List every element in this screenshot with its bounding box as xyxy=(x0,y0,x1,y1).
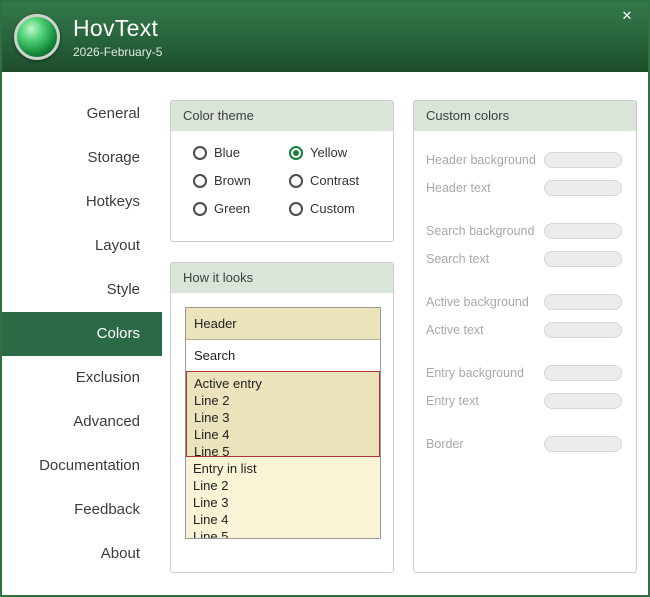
color-theme-group: Color theme Blue Yellow Brown xyxy=(170,100,394,242)
preview-line: Active entry xyxy=(194,375,372,392)
preview-entry-in-list: Entry in list Line 2 Line 3 Line 4 Line … xyxy=(186,457,380,539)
radio-label: Custom xyxy=(310,201,355,216)
preview-header-row: Header xyxy=(186,308,380,340)
close-icon[interactable]: ✕ xyxy=(618,7,636,25)
swatch-entry-text[interactable] xyxy=(544,393,622,409)
custom-color-label: Search background xyxy=(426,224,534,238)
radio-option-brown[interactable]: Brown xyxy=(193,173,289,188)
sidebar-item-advanced[interactable]: Advanced xyxy=(2,400,162,444)
window-body: General Storage Hotkeys Layout Style Col… xyxy=(2,72,648,595)
swatch-header-text[interactable] xyxy=(544,180,622,196)
swatch-active-background[interactable] xyxy=(544,294,622,310)
radio-option-green[interactable]: Green xyxy=(193,201,289,216)
preview-line: Line 2 xyxy=(193,477,373,494)
custom-color-label: Active background xyxy=(426,295,529,309)
custom-color-row: Border xyxy=(426,435,622,452)
theme-preview: Header Search Active entry Line 2 Line 3… xyxy=(185,307,381,539)
sidebar: General Storage Hotkeys Layout Style Col… xyxy=(2,72,162,595)
custom-color-row: Active background xyxy=(426,293,622,310)
custom-color-label: Entry text xyxy=(426,394,479,408)
app-logo-icon xyxy=(14,14,60,60)
app-title: HovText xyxy=(73,15,162,42)
radio-icon xyxy=(193,174,207,188)
swatch-active-text[interactable] xyxy=(544,322,622,338)
content-area: Color theme Blue Yellow Brown xyxy=(162,72,648,595)
swatch-search-text[interactable] xyxy=(544,251,622,267)
custom-color-row: Search text xyxy=(426,250,622,267)
custom-colors-title: Custom colors xyxy=(414,101,636,131)
custom-color-label: Header text xyxy=(426,181,491,195)
sidebar-item-layout[interactable]: Layout xyxy=(2,224,162,268)
sidebar-item-feedback[interactable]: Feedback xyxy=(2,488,162,532)
custom-color-label: Border xyxy=(426,437,464,451)
app-window: HovText 2026-February-5 ✕ General Storag… xyxy=(0,0,650,597)
custom-colors-rows: Header background Header text Search bac… xyxy=(414,131,636,452)
titlebar: HovText 2026-February-5 ✕ xyxy=(2,2,648,72)
swatch-entry-background[interactable] xyxy=(544,365,622,381)
radio-selected-icon xyxy=(289,146,303,160)
radio-label: Brown xyxy=(214,173,251,188)
radio-option-yellow[interactable]: Yellow xyxy=(289,145,393,160)
sidebar-item-documentation[interactable]: Documentation xyxy=(2,444,162,488)
custom-color-row: Search background xyxy=(426,222,622,239)
swatch-header-background[interactable] xyxy=(544,152,622,168)
preview-line: Line 3 xyxy=(194,409,372,426)
radio-option-custom[interactable]: Custom xyxy=(289,201,393,216)
custom-color-label: Header background xyxy=(426,153,536,167)
custom-color-row: Header text xyxy=(426,179,622,196)
preview-active-entry: Active entry Line 2 Line 3 Line 4 Line 5 xyxy=(186,371,380,457)
radio-option-contrast[interactable]: Contrast xyxy=(289,173,393,188)
radio-label: Green xyxy=(214,201,250,216)
preview-line: Entry in list xyxy=(193,460,373,477)
sidebar-item-colors[interactable]: Colors xyxy=(2,312,162,356)
radio-icon xyxy=(193,146,207,160)
app-version-date: 2026-February-5 xyxy=(73,45,162,59)
custom-color-label: Search text xyxy=(426,252,489,266)
custom-color-row: Entry text xyxy=(426,392,622,409)
color-theme-title: Color theme xyxy=(171,101,393,131)
custom-color-row: Active text xyxy=(426,321,622,338)
radio-icon xyxy=(289,202,303,216)
preview-line: Line 2 xyxy=(194,392,372,409)
custom-color-row: Header background xyxy=(426,151,622,168)
sidebar-item-style[interactable]: Style xyxy=(2,268,162,312)
preview-line: Line 4 xyxy=(194,426,372,443)
sidebar-item-storage[interactable]: Storage xyxy=(2,136,162,180)
sidebar-item-about[interactable]: About xyxy=(2,532,162,576)
preview-line: Line 3 xyxy=(193,494,373,511)
swatch-border[interactable] xyxy=(544,436,622,452)
custom-color-label: Active text xyxy=(426,323,484,337)
sidebar-item-exclusion[interactable]: Exclusion xyxy=(2,356,162,400)
custom-color-row: Entry background xyxy=(426,364,622,381)
preview-search-row: Search xyxy=(186,340,380,371)
how-it-looks-group: How it looks Header Search Active entry … xyxy=(170,262,394,573)
radio-icon xyxy=(289,174,303,188)
custom-color-label: Entry background xyxy=(426,366,524,380)
custom-colors-group: Custom colors Header background Header t… xyxy=(413,100,637,573)
how-it-looks-title: How it looks xyxy=(171,263,393,293)
radio-label: Blue xyxy=(214,145,240,160)
preview-line: Line 4 xyxy=(193,511,373,528)
sidebar-item-hotkeys[interactable]: Hotkeys xyxy=(2,180,162,224)
radio-icon xyxy=(193,202,207,216)
preview-line: Line 5 xyxy=(193,528,373,539)
swatch-search-background[interactable] xyxy=(544,223,622,239)
radio-option-blue[interactable]: Blue xyxy=(193,145,289,160)
sidebar-item-general[interactable]: General xyxy=(2,92,162,136)
radio-label: Yellow xyxy=(310,145,347,160)
radio-label: Contrast xyxy=(310,173,359,188)
title-block: HovText 2026-February-5 xyxy=(73,15,162,59)
color-theme-options: Blue Yellow Brown Contrast xyxy=(171,131,393,216)
